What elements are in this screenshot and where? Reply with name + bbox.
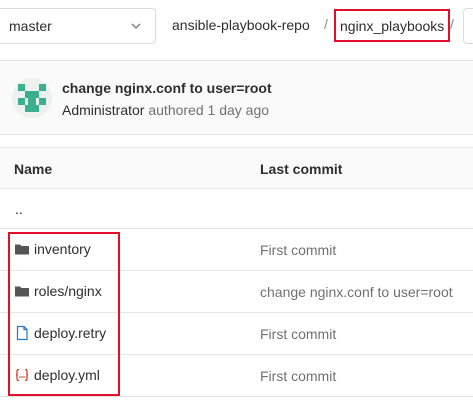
last-commit-link[interactable]: First commit — [260, 368, 336, 384]
commit-title-link[interactable]: change nginx.conf to user=root — [62, 80, 272, 96]
identicon-icon — [12, 78, 52, 118]
file-icon — [16, 325, 28, 341]
last-commit-box: change nginx.conf to user=root Administr… — [0, 60, 473, 135]
parent-directory-row[interactable]: .. — [0, 189, 473, 229]
folder-icon — [15, 244, 29, 255]
file-name-link[interactable]: roles/nginx — [14, 283, 102, 299]
file-name-label: deploy.yml — [34, 367, 100, 383]
file-name-link[interactable]: inventory — [14, 241, 91, 257]
breadcrumb-repo-link[interactable]: ansible-playbook-repo — [172, 17, 310, 33]
breadcrumb-separator: / — [450, 16, 454, 32]
folder-icon — [15, 286, 29, 297]
file-name-label: inventory — [34, 241, 91, 257]
file-tree-table: Name Last commit .. inventory First comm… — [0, 147, 473, 397]
add-file-button[interactable] — [463, 8, 473, 44]
file-name-link[interactable]: deploy.yml — [14, 367, 100, 383]
column-header-name: Name — [14, 161, 53, 177]
table-header: Name Last commit — [0, 147, 473, 189]
breadcrumb-separator: / — [324, 16, 328, 32]
table-row: deploy.retry First commit — [0, 313, 473, 355]
commit-time: 1 day ago — [207, 102, 270, 118]
breadcrumb-current-label: nginx_playbooks — [340, 17, 445, 34]
topbar: master ansible-playbook-repo / nginx_pla… — [0, 0, 473, 55]
last-commit-link[interactable]: First commit — [260, 326, 336, 342]
file-name-link[interactable]: deploy.retry — [14, 325, 106, 341]
code-file-icon — [15, 368, 29, 382]
breadcrumb-current-folder[interactable]: nginx_playbooks — [334, 9, 451, 42]
file-name-label: deploy.retry — [34, 325, 107, 341]
parent-directory-link[interactable]: .. — [15, 201, 23, 217]
table-row: inventory First commit — [0, 229, 473, 271]
file-name-label: roles/nginx — [34, 283, 102, 299]
table-row: roles/nginx change nginx.conf to user=ro… — [0, 271, 473, 313]
avatar[interactable] — [12, 78, 52, 118]
column-header-last-commit: Last commit — [260, 161, 343, 177]
last-commit-link[interactable]: First commit — [260, 242, 336, 258]
commit-author-link[interactable]: Administrator — [62, 102, 144, 118]
branch-dropdown[interactable]: master — [0, 8, 156, 44]
table-row: deploy.yml First commit — [0, 355, 473, 397]
commit-meta: Administrator authored 1 day ago — [62, 102, 269, 118]
commit-action: authored — [148, 102, 204, 118]
chevron-down-icon — [131, 23, 141, 30]
branch-name: master — [9, 18, 52, 34]
last-commit-link[interactable]: change nginx.conf to user=root — [260, 284, 453, 300]
